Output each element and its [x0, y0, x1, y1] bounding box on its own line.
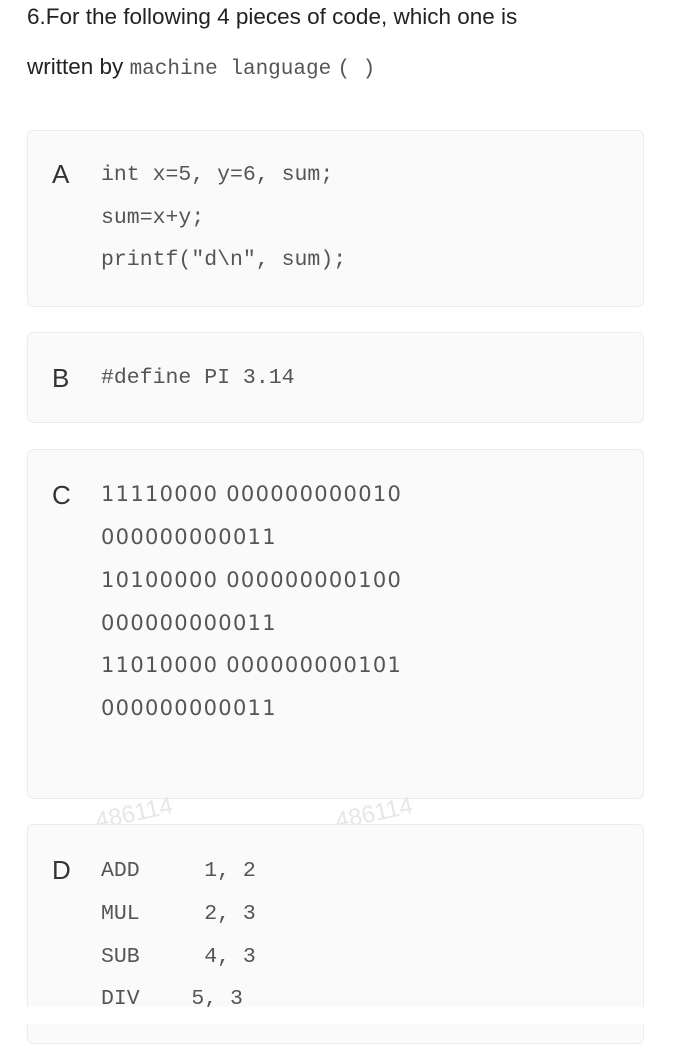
code-line: 11010000 000000000101 [101, 653, 403, 677]
option-letter: A [52, 159, 70, 189]
code-line: MUL 2, 3 [101, 902, 256, 926]
code-line: 10100000 000000000100 [101, 568, 403, 592]
question-text-1: For the following 4 pieces of code, whic… [45, 4, 518, 29]
question-line-2: written by machine language ( ) [27, 42, 375, 95]
option-c[interactable]: C 11110000 000000000010 000000000011 101… [27, 449, 644, 799]
code-line: int x=5, y=6, sum; [101, 163, 334, 187]
answer-blank: ( ) [337, 58, 376, 81]
code-line: 000000000011 [101, 696, 277, 720]
code-line: ADD 1, 2 [101, 859, 256, 883]
bottom-edge [0, 1007, 673, 1024]
question-number: 6. [27, 4, 46, 29]
code-line: #define PI 3.14 [101, 366, 295, 390]
option-letter: C [52, 480, 71, 510]
question-text-2: written by [27, 54, 124, 79]
code-line: printf("d\n", sum); [101, 248, 347, 272]
code-line: 11110000 000000000010 [101, 482, 403, 506]
option-b[interactable]: B #define PI 3.14 [27, 332, 644, 423]
question-keyword: machine language [129, 58, 332, 81]
question-line-1: 6.For the following 4 pieces of code, wh… [27, 0, 517, 42]
code-line: sum=x+y; [101, 206, 205, 230]
option-letter: B [52, 363, 70, 393]
code-line: 000000000011 [101, 525, 277, 549]
code-line: SUB 4, 3 [101, 945, 256, 969]
option-a[interactable]: A int x=5, y=6, sum; sum=x+y; printf("d\… [27, 130, 644, 307]
option-letter: D [52, 855, 71, 885]
code-line: 000000000011 [101, 611, 277, 635]
